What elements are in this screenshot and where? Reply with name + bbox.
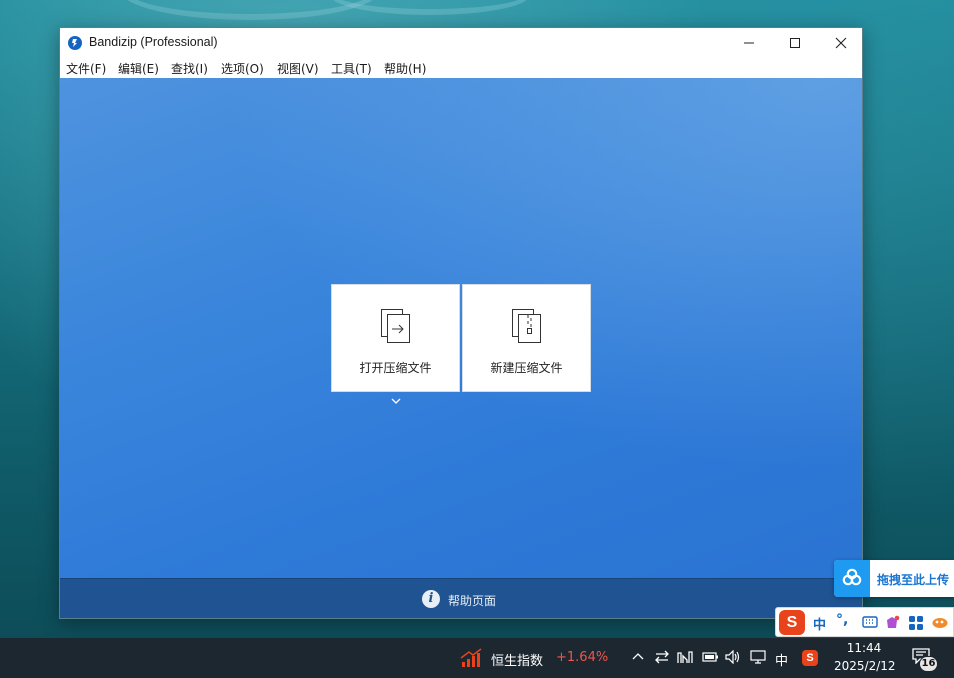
toolbox-icon[interactable] (908, 615, 924, 631)
menu-tools[interactable]: 工具(T) (331, 60, 372, 77)
upload-label: 拖拽至此上传 (877, 573, 950, 587)
battery-icon[interactable] (702, 650, 719, 664)
ime-mode-toggle[interactable]: 中 (813, 614, 826, 633)
clock-time[interactable]: 11:44 (834, 641, 894, 655)
clock-date[interactable]: 2025/2/12 (834, 659, 896, 673)
window-title: Bandizip (Professional) (89, 35, 218, 49)
open-archive-icon (381, 309, 410, 343)
help-page-label: 帮助页面 (448, 594, 497, 608)
taskbar: 恒生指数 +1.64% 中 S 11:44 2025/2/12 16 (0, 638, 954, 678)
info-icon: i (422, 590, 440, 608)
notification-badge: 16 (919, 656, 938, 672)
maximize-button[interactable] (772, 28, 818, 58)
bandizip-logo-icon (68, 36, 82, 50)
open-archive-label: 打开压缩文件 (359, 361, 432, 375)
main-area[interactable]: 打开压缩文件 新建压缩文件 (60, 78, 862, 578)
keyboard-icon[interactable] (862, 615, 878, 629)
upload-widget[interactable]: 拖拽至此上传 (834, 560, 954, 597)
new-archive-button[interactable]: 新建压缩文件 (462, 284, 591, 392)
menu-help[interactable]: 帮助(H) (384, 60, 426, 77)
wallpaper-wave (330, 0, 530, 15)
network-icon[interactable] (750, 650, 767, 664)
close-icon (835, 37, 847, 49)
minimize-icon (744, 42, 754, 44)
volume-icon[interactable] (725, 650, 742, 664)
baidu-cloud-icon (834, 560, 870, 597)
new-archive-icon (512, 309, 541, 343)
stock-chart-icon[interactable] (460, 648, 484, 668)
stock-change[interactable]: +1.64% (556, 650, 608, 665)
skin-icon[interactable] (884, 615, 900, 631)
close-button[interactable] (818, 28, 864, 58)
minimize-button[interactable] (726, 28, 772, 58)
menu-options[interactable]: 选项(O) (221, 60, 264, 77)
bandizip-window: Bandizip (Professional) 文件(F) 编辑(E) 查找(I… (59, 27, 863, 619)
menu-find[interactable]: 查找(I) (171, 60, 208, 77)
menu-file[interactable]: 文件(F) (66, 60, 106, 77)
stock-name[interactable]: 恒生指数 (491, 650, 543, 669)
maximize-icon (790, 38, 800, 48)
mascot-icon[interactable] (931, 615, 949, 629)
new-archive-label: 新建压缩文件 (490, 361, 563, 375)
bandwidth-icon[interactable] (677, 650, 693, 664)
open-archive-button[interactable]: 打开压缩文件 (331, 284, 460, 392)
sogou-tray-icon[interactable]: S (802, 650, 818, 666)
ime-punctuation-toggle[interactable]: °, (836, 612, 848, 628)
help-bar[interactable]: i 帮助页面 (60, 578, 862, 618)
input-language[interactable]: 中 (775, 650, 788, 669)
sync-arrows-icon[interactable] (654, 650, 670, 664)
ime-toolbar: S 中 °, (775, 607, 954, 637)
menu-view[interactable]: 视图(V) (277, 60, 319, 77)
menu-edit[interactable]: 编辑(E) (118, 60, 159, 77)
sogou-logo-icon[interactable]: S (779, 610, 805, 635)
menu-bar: 文件(F) 编辑(E) 查找(I) 选项(O) 视图(V) 工具(T) 帮助(H… (60, 58, 862, 78)
title-bar[interactable]: Bandizip (Professional) (60, 28, 862, 58)
show-hidden-icons-icon[interactable] (631, 650, 645, 664)
chevron-down-icon[interactable] (390, 397, 402, 405)
